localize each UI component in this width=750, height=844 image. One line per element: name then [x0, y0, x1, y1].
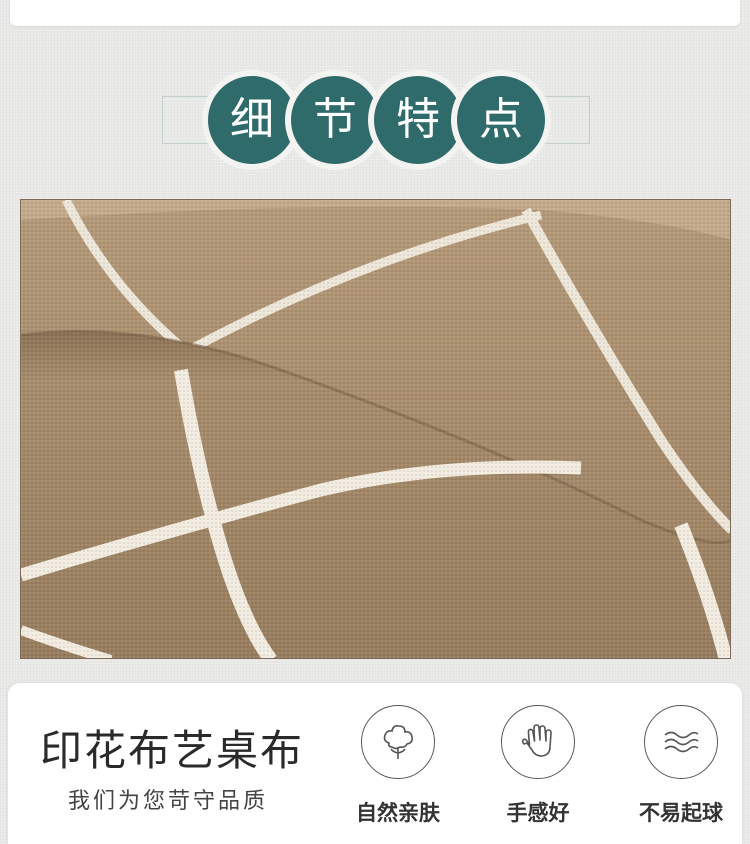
- product-slogan: 我们为您苛守品质: [68, 789, 269, 814]
- feature-icon-ring: [501, 705, 575, 779]
- top-card-edge: [10, 0, 740, 26]
- feature-label: 手感好: [506, 801, 570, 825]
- heading-char: 节: [291, 76, 379, 164]
- feature-item: 手感好: [478, 705, 598, 827]
- feature-icon-ring: [644, 705, 718, 779]
- fabric-illustration: [21, 200, 730, 658]
- feature-icon-ring: [361, 705, 435, 779]
- product-info-card: 印花布艺桌布 我们为您苛守品质 自然亲肤 手感好 不易起球: [8, 683, 742, 844]
- heading-char: 特: [374, 76, 462, 164]
- heading-char: 细: [208, 76, 296, 164]
- heading-char: 点: [457, 76, 545, 164]
- section-heading: 细 节 特 点: [162, 70, 590, 170]
- product-title: 印花布艺桌布: [40, 726, 305, 775]
- heading-circle: 点: [451, 70, 551, 170]
- feature-item: 自然亲肤: [338, 705, 458, 827]
- feature-label: 自然亲肤: [356, 801, 440, 825]
- feature-label: 不易起球: [639, 801, 723, 825]
- cotton-icon: [383, 725, 413, 759]
- hand-icon: [521, 724, 552, 757]
- fabric-closeup-photo: [20, 199, 731, 659]
- wave-icon: [664, 731, 699, 753]
- feature-item: 不易起球: [621, 705, 741, 827]
